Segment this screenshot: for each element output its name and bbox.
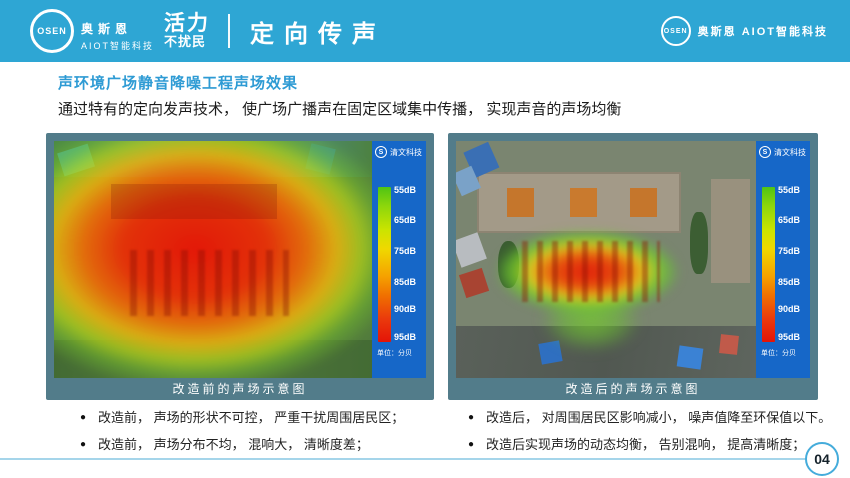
scale-label: 75dB	[778, 245, 801, 256]
bullet-text: 改造前， 声场分布不均， 混响大， 清晰度差；	[98, 437, 369, 452]
scale-label: 85dB	[778, 276, 801, 287]
scale-unit: 单位：分贝	[761, 350, 796, 357]
scale-panel-before: S 清文科技 55dB 65dB 75dB 85dB 90dB 95dB 单位：…	[372, 141, 426, 378]
figure-caption-after: 改造后的声场示意图	[565, 382, 701, 396]
bullet-text: 改造后实现声场的动态均衡， 告别混响， 提高清晰度；	[486, 437, 806, 452]
bullet-text: 改造前， 声场的形状不可控， 严重干扰周围居民区；	[98, 410, 405, 425]
bullet-list-before: ● 改造前， 声场的形状不可控， 严重干扰周围居民区； ● 改造前， 声场分布不…	[80, 409, 438, 463]
scale-label: 55dB	[778, 185, 801, 196]
scale-panel-after: S 清文科技 55dB 65dB 75dB 85dB 90dB 95dB 单位：…	[756, 141, 810, 378]
color-scale-bar	[378, 187, 391, 342]
bullet-icon: ●	[468, 412, 475, 423]
db-color-scale: 55dB 65dB 75dB 85dB 90dB 95dB	[378, 185, 425, 343]
watermark-text: 清文科技	[774, 147, 806, 157]
figure-after-body: S 清文科技 55dB 65dB 75dB 85dB 90dB 95dB 单位：…	[456, 141, 810, 378]
list-item: ● 改造后实现声场的动态均衡， 告别混响， 提高清晰度；	[468, 436, 843, 453]
watermark: S 清文科技	[759, 146, 809, 158]
list-item: ● 改造前， 声场分布不均， 混响大， 清晰度差；	[80, 436, 438, 453]
osen-logo-left: OSEN 奥斯恩 AIOT智能科技	[30, 9, 154, 53]
figure-before-body: S 清文科技 55dB 65dB 75dB 85dB 90dB 95dB 单位：…	[54, 141, 426, 378]
osen-logo-right: OSEN 奥斯恩 AIOT智能科技	[660, 16, 828, 46]
scale-label: 95dB	[394, 332, 417, 343]
scale-unit: 单位：分贝	[377, 350, 412, 357]
db-color-scale: 55dB 65dB 75dB 85dB 90dB 95dB	[762, 185, 809, 343]
bullet-text: 改造后， 对周围居民区影响减小， 噪声值降至环保值以下。	[486, 410, 832, 425]
brand-name: 奥斯恩	[81, 22, 133, 36]
figure-before: S 清文科技 55dB 65dB 75dB 85dB 90dB 95dB 单位：…	[46, 133, 434, 400]
section-heading: 声环境广场静音降噪工程声场效果	[58, 75, 299, 92]
brand-name-right: 奥斯恩 AIOT智能科技	[697, 26, 828, 38]
scale-label: 90dB	[778, 304, 801, 315]
figure-after: S 清文科技 55dB 65dB 75dB 85dB 90dB 95dB 单位：…	[448, 133, 818, 400]
slogan-line1: 活力	[164, 12, 211, 36]
bullet-icon: ●	[468, 439, 475, 450]
slogan: 活力 不扰民	[164, 13, 210, 49]
page-title: 定向传声	[250, 20, 387, 48]
osen-logo-text-small: OSEN	[663, 27, 688, 35]
header-bar: OSEN 奥斯恩 AIOT智能科技 活力 不扰民 定向传声 OSEN 奥斯恩 A…	[0, 0, 850, 62]
brand-subtitle: AIOT智能科技	[81, 41, 155, 51]
qingwen-logo-icon: S	[375, 146, 387, 158]
scale-label: 65dB	[778, 214, 801, 225]
footer-rule	[0, 458, 806, 460]
slide: OSEN 奥斯恩 AIOT智能科技 活力 不扰民 定向传声 OSEN 奥斯恩 A…	[0, 0, 850, 478]
bullet-list-after: ● 改造后， 对周围居民区影响减小， 噪声值降至环保值以下。 ● 改造后实现声场…	[468, 409, 843, 463]
figure-caption-before: 改造前的声场示意图	[172, 382, 308, 396]
list-item: ● 改造前， 声场的形状不可控， 严重干扰周围居民区；	[80, 409, 438, 426]
logo-left-text-block: 奥斯恩 AIOT智能科技	[81, 20, 154, 53]
watermark: S 清文科技	[375, 146, 425, 158]
scale-label: 55dB	[394, 185, 417, 196]
bullet-icon: ●	[80, 439, 87, 450]
scale-label: 95dB	[778, 332, 801, 343]
osen-logo-icon: OSEN	[30, 9, 74, 53]
aerial-photo-after	[456, 141, 756, 378]
scale-label: 90dB	[394, 304, 417, 315]
bullet-icon: ●	[80, 412, 87, 423]
color-scale-bar	[762, 187, 775, 342]
header-divider	[228, 14, 231, 48]
osen-logo-text: OSEN	[37, 26, 67, 36]
section-description: 通过特有的定向发声技术， 使广场广播声在固定区域集中传播， 实现声音的声场均衡	[58, 101, 622, 118]
page-number-badge: 04	[805, 442, 839, 476]
slogan-line2: 不扰民	[164, 34, 207, 50]
list-item: ● 改造后， 对周围居民区影响减小， 噪声值降至环保值以下。	[468, 409, 843, 426]
osen-logo-icon-small: OSEN	[660, 16, 691, 46]
scale-label: 65dB	[394, 214, 417, 225]
scale-label: 75dB	[394, 245, 417, 256]
qingwen-logo-icon: S	[759, 146, 771, 158]
scale-label: 85dB	[394, 276, 417, 287]
watermark-text: 清文科技	[390, 147, 422, 157]
aerial-photo-before	[54, 141, 372, 378]
